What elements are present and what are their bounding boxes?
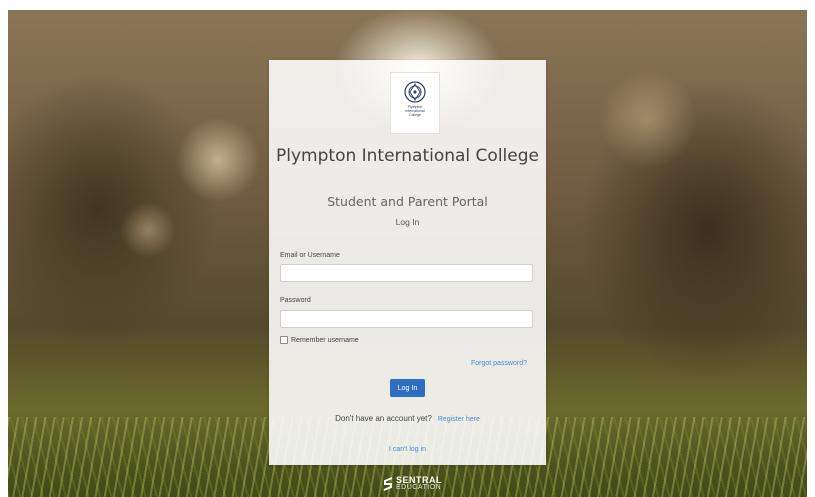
sentral-logo: SENTRAL EDUCATION (383, 476, 442, 492)
remember-username[interactable]: Remember username (280, 336, 359, 344)
remember-label: Remember username (291, 336, 359, 344)
school-name: Plympton International College (276, 146, 539, 166)
portal-title: Student and Parent Portal (327, 194, 488, 209)
logo-caption: Plympton International College (395, 105, 435, 117)
register-prompt: Don't have an account yet? (335, 414, 432, 423)
password-field[interactable] (280, 310, 533, 328)
sentral-s-icon (383, 477, 393, 491)
remember-checkbox[interactable] (280, 336, 288, 344)
forgot-password-link[interactable]: Forgot password? (471, 360, 527, 367)
login-button[interactable]: Log In (390, 379, 425, 397)
sentral-brand: SENTRAL (396, 475, 442, 485)
logo-text-line-3: College (409, 113, 421, 117)
login-heading: Log In (395, 217, 420, 227)
register-row: Don't have an account yet? Register here (269, 414, 546, 423)
cant-login-link[interactable]: I can't log in (269, 446, 546, 453)
register-link[interactable]: Register here (438, 416, 480, 423)
school-logo: Plympton International College (390, 72, 440, 134)
login-card: Plympton International College Plympton … (269, 60, 546, 465)
sentral-subbrand: EDUCATION (396, 484, 442, 491)
school-crest-icon (404, 81, 426, 103)
sentral-wordmark: SENTRAL EDUCATION (396, 476, 442, 492)
email-label: Email or Username (280, 252, 340, 259)
email-field[interactable] (280, 264, 533, 282)
password-label: Password (280, 297, 311, 304)
